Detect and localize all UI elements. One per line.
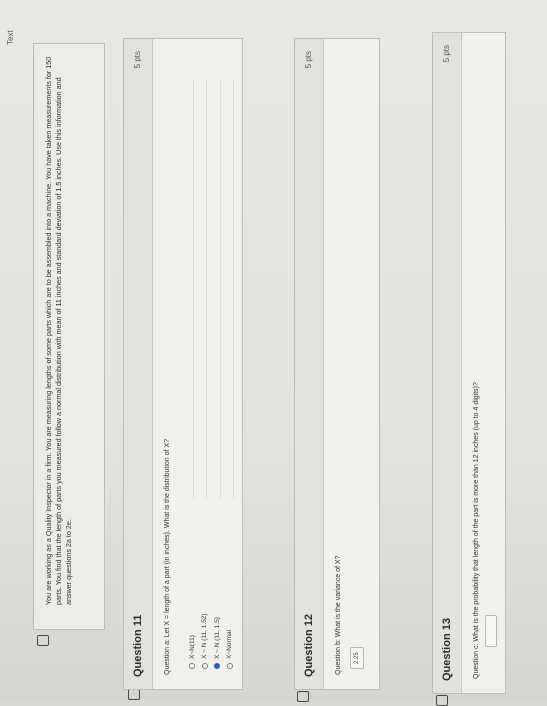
question-13-answer-input[interactable] bbox=[485, 615, 497, 647]
question-11-card: Question 11 5 pts Question a: Let X = le… bbox=[123, 38, 243, 690]
question-12-title: Question 12 bbox=[303, 614, 315, 677]
bookmark-flag-icon[interactable] bbox=[37, 635, 49, 646]
option-2[interactable]: X ~ N (11, 1.52) bbox=[199, 613, 212, 669]
question-11-text: Question a: Let X = length of a part (in… bbox=[164, 439, 171, 675]
intro-text: You are working as a Quality Inspector i… bbox=[44, 56, 73, 605]
option-3[interactable]: X ~ N (11, 1.5) bbox=[211, 613, 224, 669]
question-12-text: Question b: What is the variance of X? bbox=[335, 555, 342, 675]
question-12-answer-input[interactable]: 2.25 bbox=[350, 647, 364, 669]
radio-icon[interactable] bbox=[189, 663, 196, 669]
radio-selected-icon[interactable] bbox=[214, 663, 221, 669]
question-11-options: X~N(11) X ~ N (11, 1.52) X ~ N (11, 1.5)… bbox=[186, 613, 236, 669]
option-1-label: X~N(11) bbox=[188, 635, 196, 659]
question-13-title: Question 13 bbox=[441, 618, 453, 681]
radio-icon[interactable] bbox=[201, 663, 208, 669]
option-divider-lines bbox=[180, 79, 240, 499]
option-2-label: X ~ N (11, 1.52) bbox=[201, 613, 209, 659]
question-12-header: Question 12 5 pts bbox=[295, 39, 324, 689]
question-13-points: 5 pts bbox=[442, 45, 451, 63]
intro-panel: You are working as a Quality Inspector i… bbox=[33, 43, 105, 630]
question-13-card: Question 13 5 pts Question c: What is th… bbox=[432, 32, 506, 694]
quiz-page: Text You are working as a Quality Inspec… bbox=[0, 0, 547, 706]
option-4-label: X~Normal bbox=[226, 629, 234, 659]
radio-icon[interactable] bbox=[226, 663, 233, 669]
option-1[interactable]: X~N(11) bbox=[186, 613, 199, 669]
question-13-header: Question 13 5 pts bbox=[433, 33, 462, 693]
option-4[interactable]: X~Normal bbox=[224, 613, 237, 669]
flag-question-13-icon[interactable] bbox=[436, 695, 448, 706]
flag-question-11-icon[interactable] bbox=[128, 689, 140, 700]
text-label: Text bbox=[6, 30, 15, 45]
question-12-card: Question 12 5 pts Question b: What is th… bbox=[294, 38, 380, 690]
flag-question-12-icon[interactable] bbox=[297, 691, 309, 702]
question-11-points: 5 pts bbox=[133, 51, 142, 69]
option-3-label: X ~ N (11, 1.5) bbox=[213, 617, 221, 659]
question-13-text: Question c: What is the probability that… bbox=[473, 382, 480, 679]
question-11-title: Question 11 bbox=[132, 614, 144, 677]
question-11-header: Question 11 5 pts bbox=[124, 39, 153, 689]
question-12-points: 5 pts bbox=[304, 51, 313, 69]
